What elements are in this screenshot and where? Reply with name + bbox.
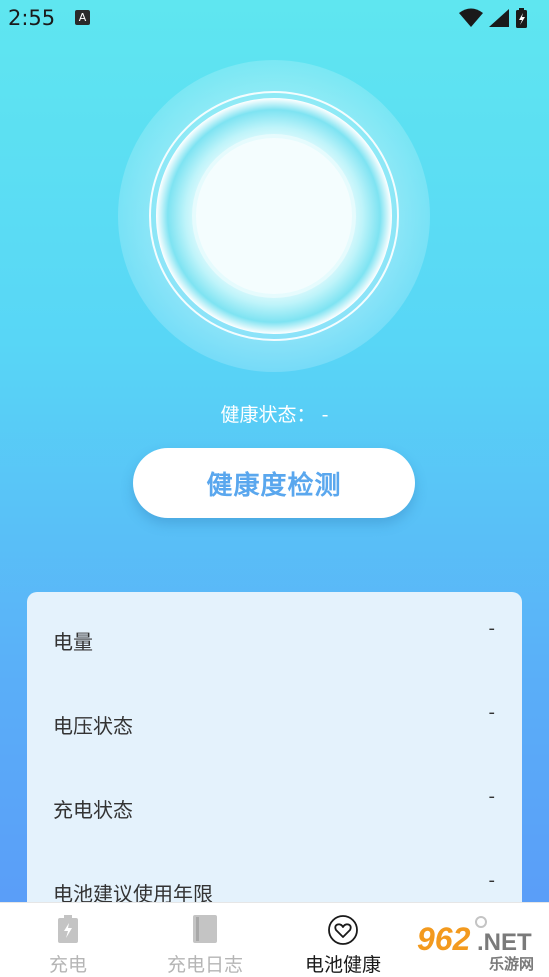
nav-label-charge-log: 充电日志 [166,954,243,976]
battery-info-card: 电量 - 电压状态 - 充电状态 - 电池建议使用年限 - [27,592,522,922]
health-check-button[interactable]: 健康度检测 [133,448,415,518]
info-label: 电量 [53,630,93,654]
info-row-battery-level: 电量 - [27,618,522,658]
book-icon [193,915,217,943]
status-icons [459,8,527,28]
info-label: 充电状态 [53,798,133,822]
battery-icon [58,915,78,943]
wifi-icon [459,8,483,27]
battery-health-ring [118,60,430,372]
status-bar: 2:55 A [0,0,549,38]
site-watermark-logo: 962 .NET 乐游网 [417,921,534,972]
battery-status-icon [516,8,527,28]
info-row-voltage-status: 电压状态 - [27,702,522,742]
info-value: - [488,786,496,807]
notification-badge-icon: A [75,10,90,25]
info-value: - [488,618,496,639]
info-label: 电压状态 [53,714,133,738]
nav-item-charge-log[interactable]: 充电日志 [150,903,260,977]
svg-text:962: 962 [417,921,471,957]
nav-item-charge[interactable]: 充电 [18,903,118,977]
svg-text:.NET: .NET [477,929,532,956]
nav-item-battery-health[interactable]: 电池健康 [290,903,396,977]
nav-label-charge: 充电 [48,954,87,976]
health-status-text: 健康状态： - [220,404,329,426]
info-value: - [488,870,496,891]
signal-icon [489,9,509,27]
heart-icon [328,915,358,945]
info-value: - [488,702,496,723]
nav-label-battery-health: 电池健康 [304,954,381,976]
svg-text:乐游网: 乐游网 [489,955,534,972]
status-time: 2:55 [8,6,56,30]
info-row-charging-status: 充电状态 - [27,786,522,826]
